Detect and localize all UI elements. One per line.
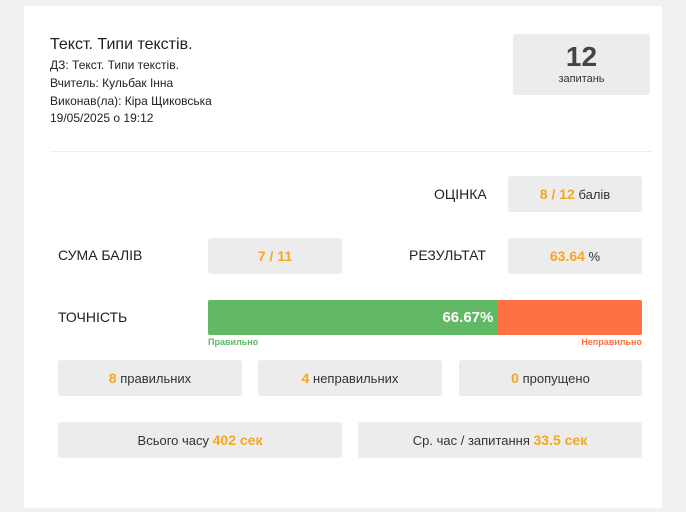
quiz-title: Текст. Типи текстів. [50, 36, 193, 53]
skipped-count-box: 0 пропущено [459, 360, 642, 396]
accuracy-value: 66.67% [442, 309, 494, 326]
incorrect-legend: Неправильно [581, 337, 642, 347]
accuracy-label: ТОЧНІСТЬ [58, 309, 128, 325]
performer-text: Виконав(ла): Кіра Щиковська [50, 94, 212, 108]
correct-count-label: правильних [120, 370, 192, 386]
grade-label: ОЦІНКА [434, 186, 487, 202]
questions-count-box: 12 запитань [513, 34, 650, 95]
questions-count: 12 [565, 41, 598, 72]
incorrect-count-label: неправильних [313, 370, 399, 386]
incorrect-count-box: 4 неправильних [258, 360, 442, 396]
correct-count-box: 8 правильних [58, 360, 242, 396]
skipped-count: 0 [511, 370, 519, 386]
incorrect-count: 4 [301, 370, 310, 386]
correct-count: 8 [108, 370, 117, 386]
total-time-box: Всього часу 402 сек [58, 422, 342, 458]
grade-unit: балів [578, 186, 611, 202]
homework-text: ДЗ: Текст. Типи текстів. [50, 58, 179, 72]
accuracy-bar: 66.67% [208, 300, 642, 335]
questions-label: запитань [558, 73, 605, 85]
divider [50, 151, 652, 152]
total-time-value: 402 сек [212, 432, 263, 448]
datetime-text: 19/05/2025 о 19:12 [50, 111, 154, 125]
skipped-count-label: пропущено [522, 370, 590, 386]
accuracy-bar-incorrect [497, 300, 642, 335]
result-unit: % [588, 248, 601, 264]
score-value: 7 / 11 [257, 248, 293, 264]
total-time-label: Всього часу [137, 432, 210, 448]
result-value: 63.64 [549, 248, 585, 264]
score-label: СУМА БАЛІВ [58, 247, 143, 263]
correct-legend: Правильно [208, 337, 259, 347]
avg-time-label: Ср. час / запитання [412, 432, 530, 448]
accuracy-bar-correct: 66.67% [208, 300, 498, 335]
grade-value: 8 / 12 [539, 186, 575, 202]
score-box: 7 / 11 [208, 238, 342, 274]
teacher-text: Вчитель: Кульбак Інна [50, 76, 174, 90]
result-label: РЕЗУЛЬТАТ [409, 247, 486, 263]
grade-box: 8 / 12 балів [508, 176, 642, 212]
avg-time-box: Ср. час / запитання 33.5 сек [358, 422, 642, 458]
avg-time-value: 33.5 сек [533, 432, 588, 448]
quiz-result-card: Текст. Типи текстів. ДЗ: Текст. Типи тек… [24, 6, 662, 508]
result-box: 63.64 % [508, 238, 642, 274]
